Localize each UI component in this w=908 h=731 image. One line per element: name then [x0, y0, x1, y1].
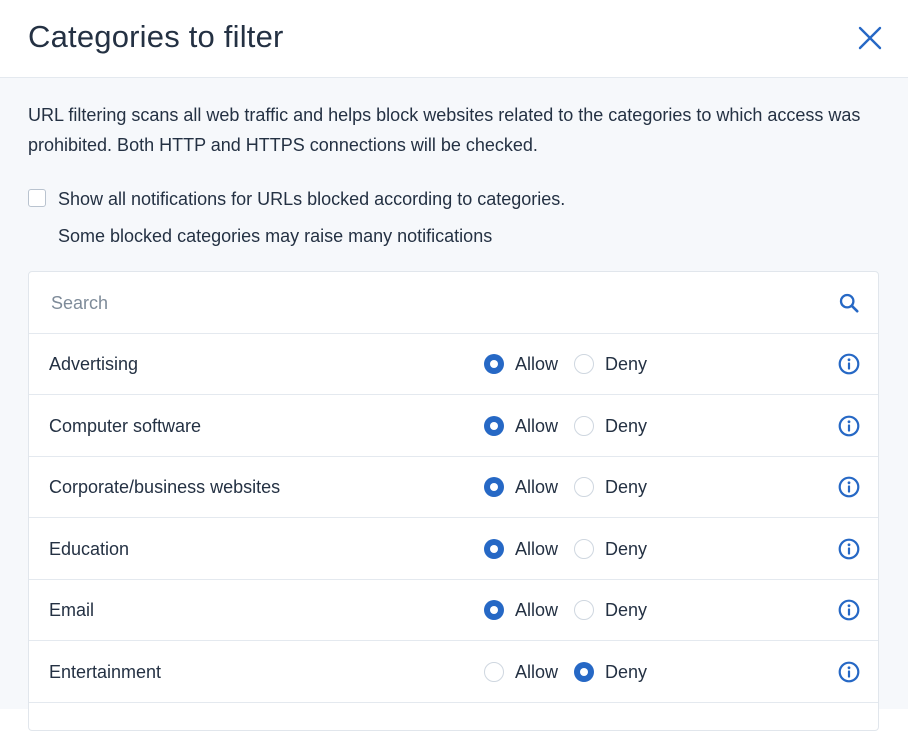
category-name: Entertainment: [49, 661, 162, 682]
deny-radio[interactable]: [574, 477, 594, 497]
category-name: Advertising: [49, 354, 139, 374]
close-icon: [858, 26, 882, 50]
allow-radio[interactable]: [484, 600, 504, 620]
info-icon[interactable]: [838, 661, 860, 683]
categories-table: Advertising Allow Deny Computer software All…: [28, 271, 879, 731]
allow-label[interactable]: Allow: [515, 659, 558, 685]
allow-label[interactable]: Allow: [515, 536, 558, 562]
deny-label[interactable]: Deny: [605, 659, 647, 685]
allow-label[interactable]: Allow: [515, 597, 558, 623]
deny-option[interactable]: Deny: [574, 536, 647, 562]
notifications-hint: Some blocked categories may raise many n…: [58, 226, 493, 246]
allow-radio[interactable]: [484, 661, 504, 682]
deny-radio[interactable]: [574, 661, 594, 682]
notifications-checkbox[interactable]: [28, 189, 46, 207]
deny-option[interactable]: Deny: [574, 351, 647, 377]
allow-label[interactable]: Allow: [515, 413, 558, 439]
category-row: Entertainment Allow Deny: [29, 641, 878, 703]
deny-radio[interactable]: [574, 354, 594, 374]
deny-radio[interactable]: [574, 538, 594, 559]
allow-radio[interactable]: [484, 354, 504, 374]
category-name: Corporate/business websites: [49, 477, 281, 497]
dialog-body: URL filtering scans all web traffic and …: [0, 78, 908, 731]
notifications-label[interactable]: Show all notifications for URLs blocked …: [58, 186, 565, 212]
category-name: Email: [49, 600, 95, 620]
allow-option[interactable]: Allow: [484, 351, 558, 377]
category-name: Computer software: [49, 415, 202, 436]
category-name: Education: [49, 538, 130, 559]
allow-radio[interactable]: [484, 538, 504, 559]
dialog-header: Categories to filter: [0, 0, 908, 78]
category-row: Corporate/business websites Allow Deny: [29, 456, 878, 518]
search-input[interactable]: [49, 288, 813, 318]
info-icon[interactable]: [838, 538, 860, 560]
allow-label[interactable]: Allow: [515, 474, 558, 500]
allow-option[interactable]: Allow: [484, 536, 558, 562]
deny-label[interactable]: Deny: [605, 474, 647, 500]
info-icon[interactable]: [838, 476, 860, 498]
deny-option[interactable]: Deny: [574, 413, 647, 439]
category-row: Email Allow Deny: [29, 579, 878, 641]
description-text: URL filtering scans all web traffic and …: [28, 105, 861, 155]
deny-label[interactable]: Deny: [605, 351, 647, 377]
deny-option[interactable]: Deny: [574, 597, 647, 623]
category-row: Advertising Allow Deny: [29, 333, 878, 395]
close-button[interactable]: [852, 20, 888, 56]
deny-label[interactable]: Deny: [605, 413, 647, 439]
search-icon[interactable]: [839, 293, 859, 313]
allow-option[interactable]: Allow: [484, 597, 558, 623]
deny-radio[interactable]: [574, 600, 594, 620]
deny-option[interactable]: Deny: [574, 659, 647, 685]
info-icon[interactable]: [838, 353, 860, 375]
allow-radio[interactable]: [484, 477, 504, 497]
allow-label[interactable]: Allow: [515, 351, 558, 377]
allow-option[interactable]: Allow: [484, 474, 558, 500]
dialog-title: Categories to filter: [28, 19, 284, 54]
info-icon[interactable]: [838, 415, 860, 437]
allow-radio[interactable]: [484, 415, 504, 436]
deny-option[interactable]: Deny: [574, 474, 647, 500]
allow-option[interactable]: Allow: [484, 659, 558, 685]
deny-radio[interactable]: [574, 415, 594, 436]
category-row: Education Allow Deny: [29, 518, 878, 580]
category-row: Computer software Allow Deny: [29, 395, 878, 457]
info-icon[interactable]: [838, 599, 860, 621]
deny-label[interactable]: Deny: [605, 597, 647, 623]
deny-label[interactable]: Deny: [605, 536, 647, 562]
allow-option[interactable]: Allow: [484, 413, 558, 439]
search-row: [29, 272, 878, 334]
